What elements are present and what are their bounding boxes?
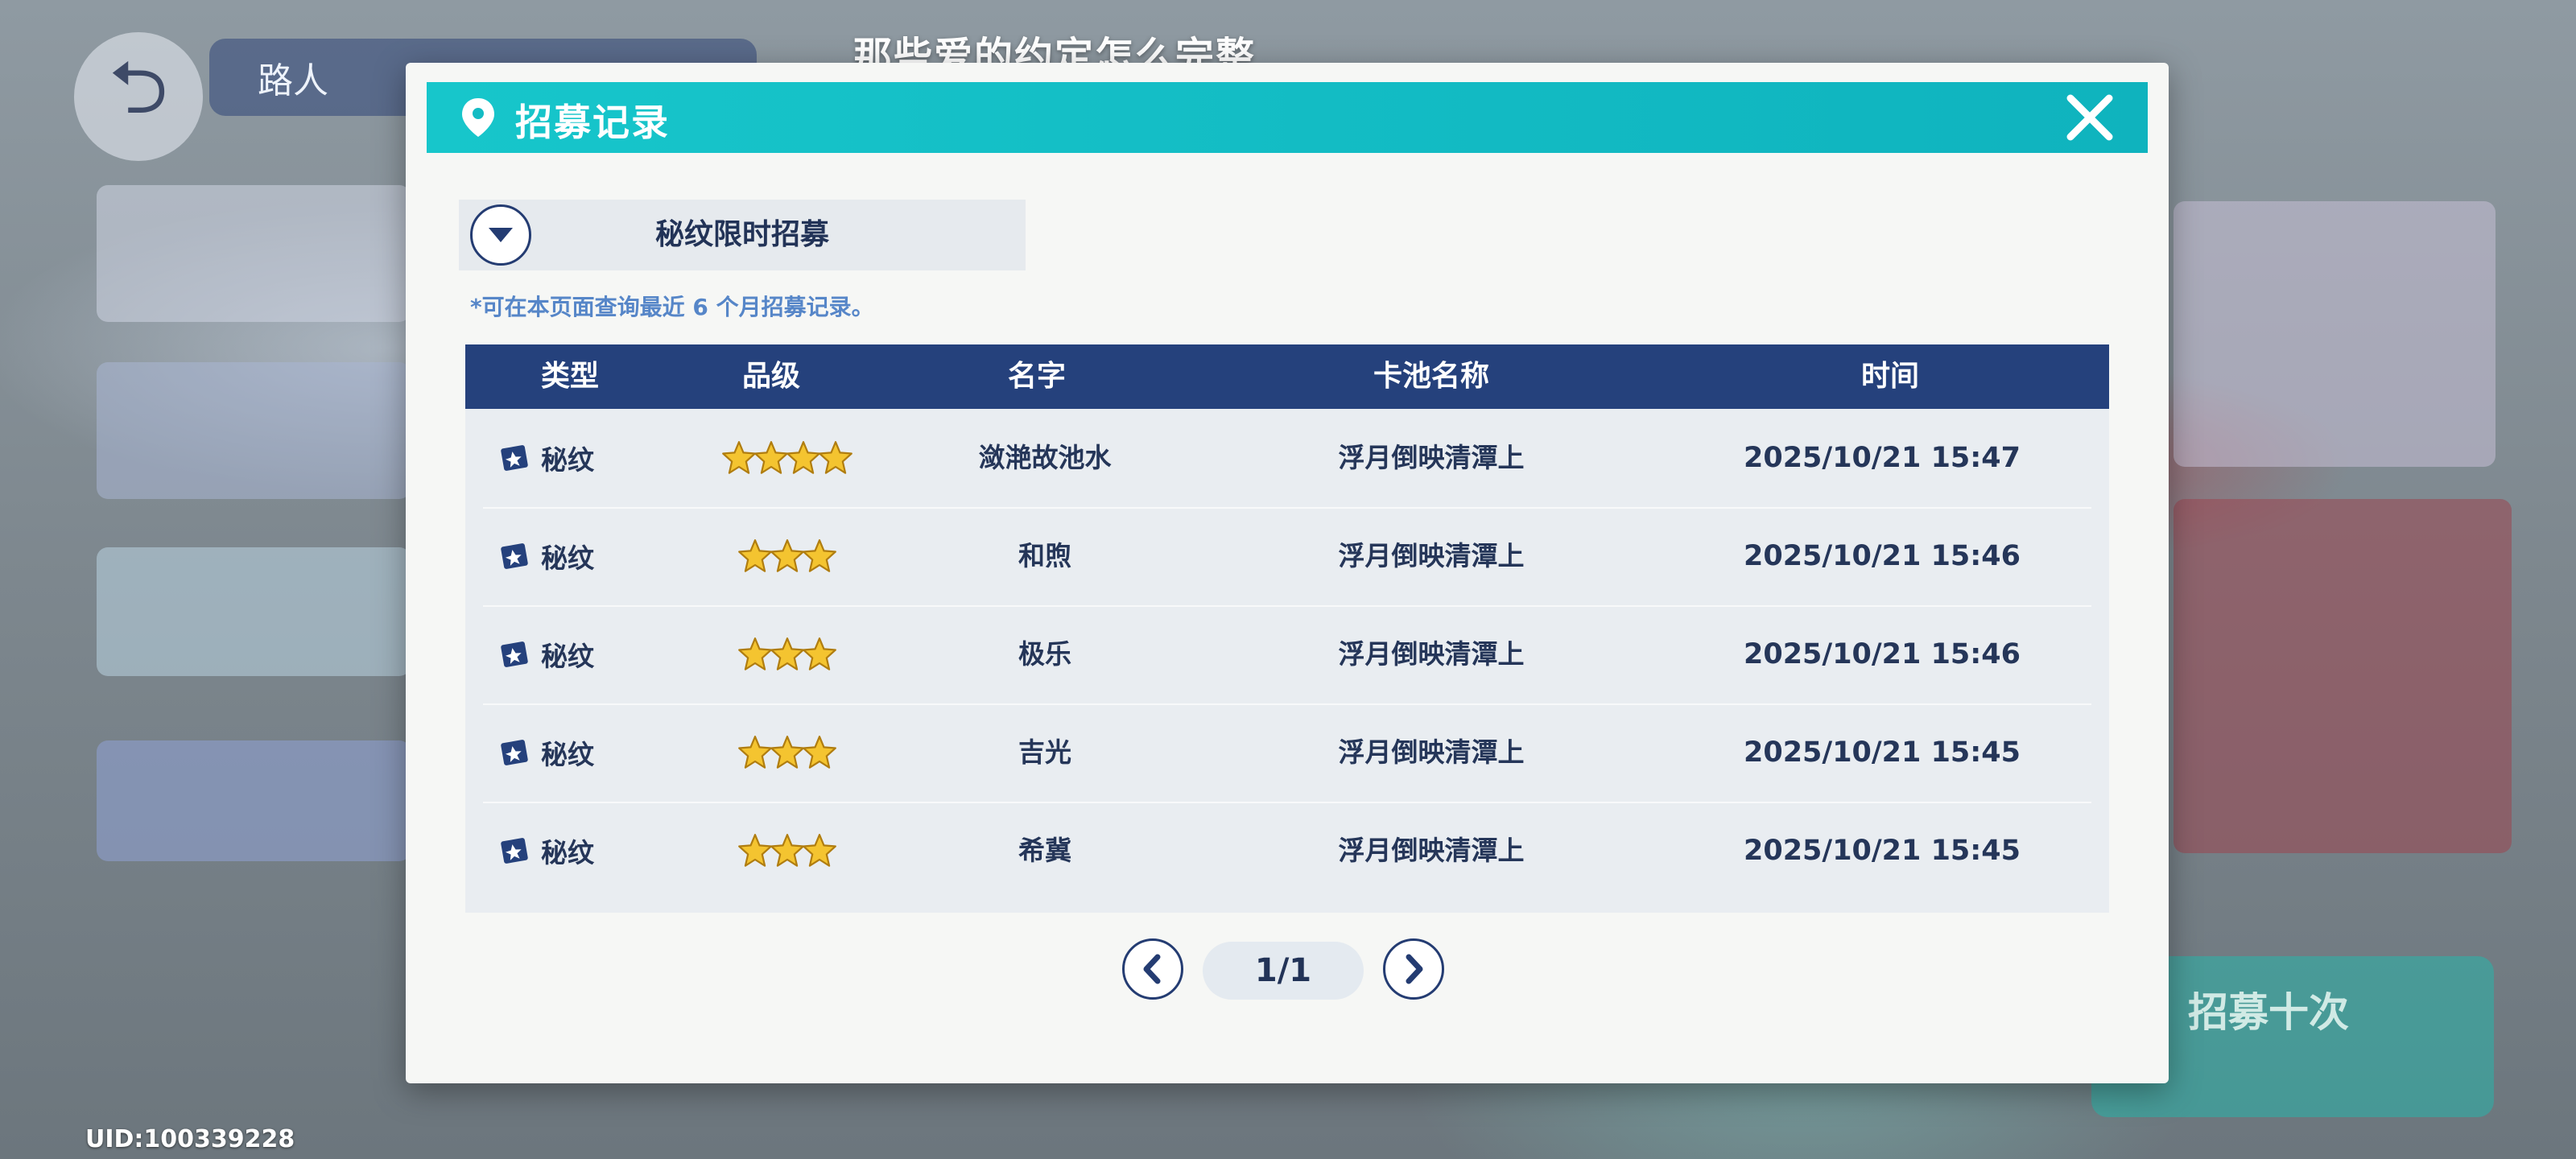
table-row: 秘纹 极乐 浮月倒映清潭上 2025/10/21 15:46: [483, 605, 2091, 705]
pool-selector-dropdown[interactable]: 秘纹限时招募: [459, 200, 1026, 270]
table-row: 秘纹 和煦 浮月倒映清潭上 2025/10/21 15:46: [483, 507, 2091, 607]
column-header-time: 时间: [1860, 360, 1919, 393]
recruit-record-dialog: 招募记录 秘纹限时招募 *可在本页面查询最近 6 个月招募记录。 类型 品级 名…: [406, 63, 2169, 1083]
name-cell: 潋滟故池水: [978, 442, 1112, 473]
record-table: 类型 品级 名字 卡池名称 时间 秘纹 潋滟故池水 浮月倒映清潭上 2025/10/2…: [465, 344, 2109, 913]
shelf-item: [97, 362, 411, 499]
column-header-type: 类型: [540, 360, 599, 393]
star-icon: [738, 736, 772, 769]
shelf-item: [97, 185, 411, 322]
shelf-item: [97, 740, 411, 861]
star-icon: [786, 441, 820, 474]
star-icon: [754, 441, 788, 474]
type-cell: 秘纹: [499, 409, 594, 507]
name-cell: 极乐: [1018, 638, 1071, 670]
dialog-title: 招募记录: [515, 101, 670, 144]
back-arrow-icon: ⮌: [109, 44, 168, 130]
pool-selector-label: 秘纹限时招募: [654, 218, 829, 251]
name-cell: 吉光: [1018, 736, 1071, 768]
column-header-pool: 卡池名称: [1373, 360, 1489, 393]
pool-cell: 浮月倒映清潭上: [1338, 442, 1525, 473]
grade-stars: [692, 409, 886, 507]
column-header-name: 名字: [1007, 360, 1066, 393]
type-cell: 秘纹: [499, 703, 594, 802]
next-page-button[interactable]: [1383, 938, 1444, 1000]
prev-page-button[interactable]: [1122, 938, 1183, 1000]
grade-stars: [692, 507, 886, 605]
pool-cell: 浮月倒映清潭上: [1338, 736, 1525, 768]
name-cell: 希冀: [1018, 835, 1071, 866]
star-icon: [738, 539, 772, 572]
shelf-item: [2174, 201, 2496, 467]
type-label: 秘纹: [541, 641, 594, 672]
name-cell: 和煦: [1018, 540, 1071, 571]
card-icon: [501, 641, 528, 667]
grade-stars: [692, 703, 886, 802]
card-icon: [501, 445, 528, 471]
type-label: 秘纹: [541, 739, 594, 770]
table-header: 类型 品级 名字 卡池名称 时间: [465, 344, 2109, 409]
star-icon: [770, 736, 804, 769]
star-icon: [770, 637, 804, 670]
type-cell: 秘纹: [499, 802, 594, 900]
table-body: 秘纹 潋滟故池水 浮月倒映清潭上 2025/10/21 15:47 秘纹 和煦 浮月倒映清潭…: [465, 409, 2109, 913]
star-icon: [819, 441, 852, 474]
star-icon: [722, 441, 756, 474]
star-icon: [803, 637, 836, 670]
chevron-right-icon: [1406, 954, 1423, 984]
grade-stars: [692, 605, 886, 703]
type-cell: 秘纹: [499, 605, 594, 703]
pagination: 1/1: [1122, 938, 1460, 1003]
history-note: *可在本页面查询最近 6 个月招募记录。: [470, 294, 874, 320]
card-icon: [501, 740, 528, 765]
page-indicator: 1/1: [1203, 942, 1364, 1000]
type-label: 秘纹: [541, 542, 594, 574]
table-row: 秘纹 希冀 浮月倒映清潭上 2025/10/21 15:45: [483, 802, 2091, 900]
table-row: 秘纹 潋滟故池水 浮月倒映清潭上 2025/10/21 15:47: [483, 409, 2091, 509]
time-cell: 2025/10/21 15:45: [1744, 736, 2021, 769]
time-cell: 2025/10/21 15:45: [1744, 835, 2021, 867]
back-button[interactable]: ⮌: [74, 32, 203, 161]
recruit-ten-label: 招募十次: [2188, 989, 2349, 1036]
grade-stars: [692, 802, 886, 900]
location-pin-icon: [462, 98, 494, 137]
star-icon: [803, 539, 836, 572]
chevron-left-icon: [1143, 954, 1161, 984]
type-label: 秘纹: [541, 444, 594, 476]
shelf-item: [2174, 499, 2512, 853]
card-icon: [501, 838, 528, 864]
pool-cell: 浮月倒映清潭上: [1338, 835, 1525, 866]
pool-cell: 浮月倒映清潭上: [1338, 540, 1525, 571]
time-cell: 2025/10/21 15:47: [1744, 442, 2021, 474]
star-icon: [770, 834, 804, 867]
card-icon: [501, 543, 528, 569]
close-icon[interactable]: [2059, 87, 2120, 148]
column-header-grade: 品级: [741, 360, 800, 393]
location-label: 路人: [258, 60, 328, 101]
type-cell: 秘纹: [499, 507, 594, 605]
type-label: 秘纹: [541, 837, 594, 868]
star-icon: [770, 539, 804, 572]
star-icon: [803, 736, 836, 769]
dialog-header: 招募记录: [427, 82, 2148, 153]
chevron-down-icon[interactable]: [470, 204, 531, 266]
uid-label: UID:100339228: [85, 1125, 295, 1153]
star-icon: [738, 637, 772, 670]
table-row: 秘纹 吉光 浮月倒映清潭上 2025/10/21 15:45: [483, 703, 2091, 803]
shelf-item: [97, 547, 411, 676]
time-cell: 2025/10/21 15:46: [1744, 638, 2021, 670]
star-icon: [803, 834, 836, 867]
time-cell: 2025/10/21 15:46: [1744, 540, 2021, 572]
star-icon: [738, 834, 772, 867]
pool-cell: 浮月倒映清潭上: [1338, 638, 1525, 670]
